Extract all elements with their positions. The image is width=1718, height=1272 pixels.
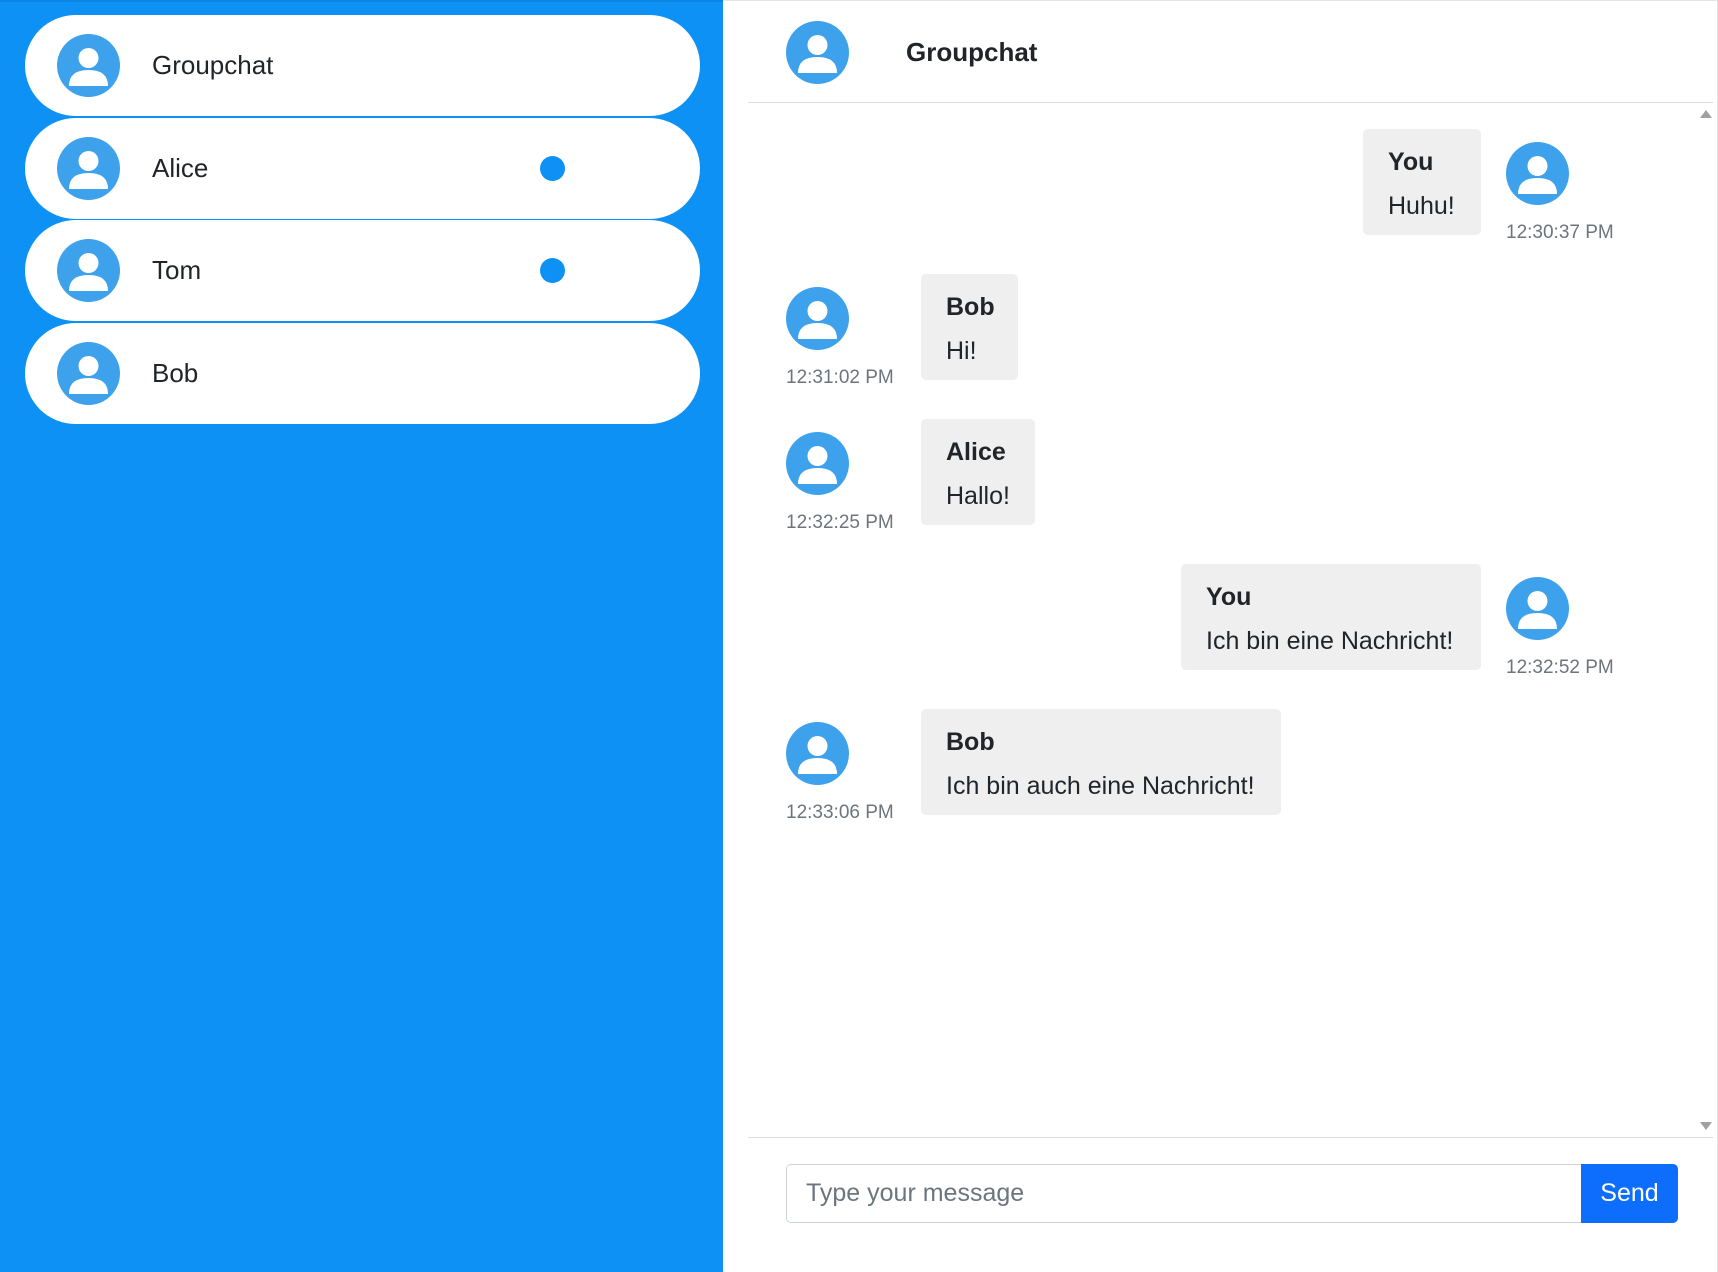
message-text: Hallo! <box>946 482 1010 510</box>
contact-name: Alice <box>152 153 209 183</box>
message-text: Ich bin auch eine Nachricht! <box>946 772 1255 800</box>
user-avatar-icon <box>57 137 120 200</box>
send-button[interactable]: Send <box>1581 1164 1678 1223</box>
message-bubble: Bob Hi! <box>921 274 1018 380</box>
message-bubble: You Huhu! <box>1363 129 1481 235</box>
user-avatar-icon <box>1506 142 1569 205</box>
message-sender: Bob <box>946 728 995 756</box>
chat-header: Groupchat <box>748 1 1713 103</box>
user-avatar-icon <box>57 342 120 405</box>
scroll-down-icon[interactable] <box>1700 1122 1712 1130</box>
message-bubble: You Ich bin eine Nachricht! <box>1181 564 1481 670</box>
user-avatar-icon <box>57 34 120 97</box>
message-text: Hi! <box>946 337 977 365</box>
contact-sidebar: Groupchat Alice Tom Bob <box>0 0 723 1272</box>
message-composer: Send <box>748 1137 1713 1272</box>
user-avatar-icon <box>57 239 120 302</box>
user-avatar-icon <box>1506 577 1569 640</box>
chat-title: Groupchat <box>906 36 1038 67</box>
contact-name: Groupchat <box>152 50 274 80</box>
message-list[interactable]: You Huhu! 12:30:37 PM 12:31:02 PM Bob Hi… <box>748 104 1713 1136</box>
message-scrollbar[interactable] <box>1697 104 1713 1136</box>
scroll-up-icon[interactable] <box>1700 110 1712 118</box>
unread-dot-icon <box>540 156 565 181</box>
chat-app: Groupchat Alice Tom Bob Groupchat You Hu… <box>0 0 1718 1272</box>
chat-panel: Groupchat You Huhu! 12:30:37 PM 12:31:02 <box>723 0 1718 1272</box>
unread-dot-icon <box>540 258 565 283</box>
contact-name: Tom <box>152 255 202 285</box>
message-text: Ich bin eine Nachricht! <box>1206 627 1454 655</box>
user-avatar-icon <box>786 722 849 785</box>
contact-item-alice[interactable]: Alice <box>25 118 700 219</box>
user-avatar-icon <box>786 21 849 84</box>
user-avatar-icon <box>786 432 849 495</box>
message-timestamp: 12:30:37 PM <box>1506 222 1614 243</box>
user-avatar-icon <box>786 287 849 350</box>
contact-item-bob[interactable]: Bob <box>25 323 700 424</box>
contact-item-tom[interactable]: Tom <box>25 220 700 321</box>
message-timestamp: 12:32:52 PM <box>1506 657 1614 678</box>
message-input[interactable] <box>786 1164 1581 1223</box>
message-timestamp: 12:31:02 PM <box>786 367 894 388</box>
message-sender: You <box>1388 148 1434 176</box>
message-bubble: Alice Hallo! <box>921 419 1035 525</box>
message-sender: Bob <box>946 293 995 321</box>
message-timestamp: 12:32:25 PM <box>786 512 894 533</box>
contact-name: Bob <box>152 358 199 388</box>
message-sender: Alice <box>946 438 1006 466</box>
message-sender: You <box>1206 583 1252 611</box>
message-bubble: Bob Ich bin auch eine Nachricht! <box>921 709 1281 815</box>
message-timestamp: 12:33:06 PM <box>786 802 894 823</box>
contact-item-groupchat[interactable]: Groupchat <box>25 15 700 116</box>
message-text: Huhu! <box>1388 192 1455 220</box>
